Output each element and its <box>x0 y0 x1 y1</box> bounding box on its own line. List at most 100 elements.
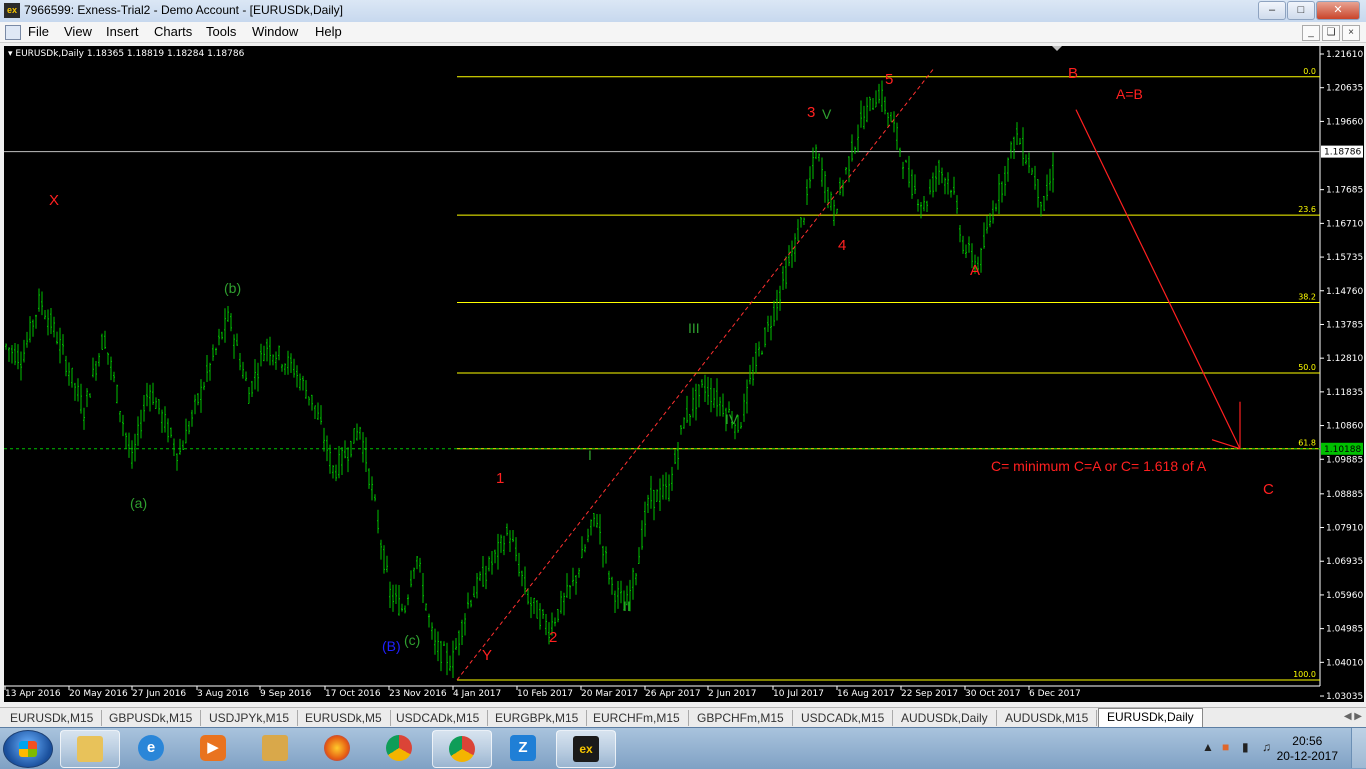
taskbar-network-folder[interactable] <box>246 730 304 766</box>
wave-label: (B) <box>382 638 401 654</box>
price-tick-label: 1.17685 <box>1326 186 1363 196</box>
clock[interactable]: 20:56 20-12-2017 <box>1277 734 1338 764</box>
title-bar: ex 7966599: Exness-Trial2 - Demo Account… <box>0 0 1366 23</box>
current-price-label: 1.18786 <box>1324 148 1361 158</box>
explorer-icon <box>77 736 103 762</box>
wave-label: 4 <box>838 237 846 254</box>
tab-chart[interactable]: USDCADk,M15 <box>388 710 489 726</box>
tab-chart[interactable]: USDJPYk,M15 <box>201 710 299 726</box>
chart-symbol-info: EURUSDk,Daily 1.18365 1.18819 1.18284 1.… <box>15 49 245 59</box>
tab-chart[interactable]: EURUSDk,M5 <box>297 710 391 726</box>
close-button[interactable]: ✕ <box>1316 1 1360 20</box>
price-tick-label: 1.04985 <box>1326 625 1363 635</box>
chart-tabs: EURUSDk,M15 GBPUSDk,M15 USDJPYk,M15 EURU… <box>0 707 1366 728</box>
menu-bar: File View Insert Charts Tools Window Hel… <box>0 22 1366 43</box>
show-hidden-icons-icon[interactable]: ▲ <box>1202 740 1214 754</box>
wave-label: X <box>49 192 59 209</box>
date-tick-label: 3 Aug 2016 <box>197 689 249 699</box>
menu-help[interactable]: Help <box>315 24 342 39</box>
price-chart[interactable]: 1.21610 1.20635 1.19660 1.17685 1.16710 1.157… <box>4 46 1364 702</box>
tab-chart[interactable]: AUDUSDk,M15 <box>997 710 1098 726</box>
menu-window[interactable]: Window <box>252 24 298 39</box>
menu-charts[interactable]: Charts <box>154 24 192 39</box>
tab-chart[interactable]: EURCHFm,M15 <box>585 710 689 726</box>
price-tick-label: 1.07910 <box>1326 524 1363 534</box>
menu-view[interactable]: View <box>64 24 92 39</box>
tab-chart[interactable]: AUDUSDk,Daily <box>893 710 997 726</box>
fib-level-label: 50.0 <box>1298 363 1316 372</box>
taskbar-media-player[interactable]: ▶ <box>184 730 242 766</box>
fib-level-label: 100.0 <box>1293 670 1316 679</box>
tab-chart[interactable]: EURGBPk,M15 <box>487 710 588 726</box>
tab-chart[interactable]: GBPCHFm,M15 <box>689 710 793 726</box>
date-tick-label: 16 Aug 2017 <box>837 689 895 699</box>
date-tick-label: 23 Nov 2016 <box>389 689 447 699</box>
app-tray-icon[interactable]: ■ <box>1222 740 1229 754</box>
taskbar-explorer[interactable] <box>60 730 120 768</box>
price-tick-label: 1.05960 <box>1326 591 1363 601</box>
price-tick-label: 1.15735 <box>1326 253 1363 263</box>
chrome-icon <box>386 735 412 761</box>
wave-label: A <box>970 262 980 279</box>
price-tick-label: 1.21610 <box>1326 50 1363 60</box>
wave-label: (a) <box>130 495 147 511</box>
volume-icon[interactable]: ♫ <box>1262 740 1271 754</box>
mdi-restore-button[interactable]: ❏ <box>1322 25 1340 41</box>
price-tick-label: 1.11835 <box>1326 388 1363 398</box>
mdi-minimize-button[interactable]: _ <box>1302 25 1320 41</box>
wave-label: 5 <box>885 71 893 88</box>
taskbar-ie[interactable]: e <box>122 730 180 766</box>
wave-label: III <box>688 320 700 336</box>
taskbar: e ▶ Z ex ▲ ■ ▮ ♫ 20:56 20-12-2017 <box>0 727 1366 769</box>
wave-label: I <box>588 447 592 463</box>
price-tick-label: 1.09885 <box>1326 455 1363 465</box>
price-tick-label: 1.12810 <box>1326 354 1363 364</box>
document-icon[interactable] <box>5 25 21 40</box>
firefox-icon <box>324 735 350 761</box>
date-tick-label: 20 Mar 2017 <box>581 689 638 699</box>
tab-chart[interactable]: USDCADk,M15 <box>793 710 894 726</box>
maximize-button[interactable]: □ <box>1287 1 1315 20</box>
start-button[interactable] <box>3 730 53 768</box>
tab-chart-active[interactable]: EURUSDk,Daily <box>1098 708 1203 728</box>
price-tick-label: 1.10860 <box>1326 422 1363 432</box>
network-icon[interactable]: ▮ <box>1242 740 1249 754</box>
chart-header: ▾ EURUSDk,Daily 1.18365 1.18819 1.18284 … <box>8 49 245 59</box>
menu-insert[interactable]: Insert <box>106 24 139 39</box>
date-tick-label: 20 May 2016 <box>69 689 128 699</box>
zoom-icon: Z <box>510 735 536 761</box>
tab-chart[interactable]: EURUSDk,M15 <box>2 710 103 726</box>
date-tick-label: 2 Jun 2017 <box>708 689 756 699</box>
wave-label: Y <box>482 647 492 664</box>
projection-arrow-line <box>1075 109 1241 449</box>
wave-label: C <box>1263 481 1274 498</box>
show-desktop-button[interactable] <box>1351 728 1366 768</box>
fib-level-label: 38.2 <box>1298 293 1316 302</box>
price-tick-label: 1.13785 <box>1326 320 1363 330</box>
date-tick-label: 27 Jun 2016 <box>132 689 186 699</box>
date-tick-label: 10 Jul 2017 <box>773 689 824 699</box>
exness-terminal-icon: ex <box>573 736 599 762</box>
taskbar-zoom[interactable]: Z <box>494 730 552 766</box>
menu-tools[interactable]: Tools <box>206 24 236 39</box>
price-tick-label: 1.04010 <box>1326 658 1363 668</box>
chart-canvas[interactable]: 1.21610 1.20635 1.19660 1.17685 1.16710 1.157… <box>4 46 1364 702</box>
wave-label: II <box>623 598 631 614</box>
wave-label: (c) <box>404 632 420 648</box>
date-tick-label: 4 Jan 2017 <box>453 689 501 699</box>
media-player-icon: ▶ <box>200 735 226 761</box>
minimize-button[interactable]: – <box>1258 1 1286 20</box>
taskbar-exness-terminal[interactable]: ex <box>556 730 616 768</box>
mdi-close-button[interactable]: × <box>1342 25 1360 41</box>
menu-file[interactable]: File <box>28 24 49 39</box>
clock-date: 20-12-2017 <box>1276 749 1338 763</box>
network-folder-icon <box>262 735 288 761</box>
taskbar-firefox[interactable] <box>308 730 366 766</box>
taskbar-chrome[interactable] <box>370 730 428 766</box>
taskbar-chrome[interactable] <box>432 730 492 768</box>
wave-label: 2 <box>549 629 557 646</box>
tab-scroll-arrows[interactable]: ◀ ▶ <box>1344 711 1362 722</box>
date-tick-label: 22 Sep 2017 <box>901 689 958 699</box>
tab-chart[interactable]: GBPUSDk,M15 <box>101 710 202 726</box>
wave-label: 1 <box>496 470 504 487</box>
